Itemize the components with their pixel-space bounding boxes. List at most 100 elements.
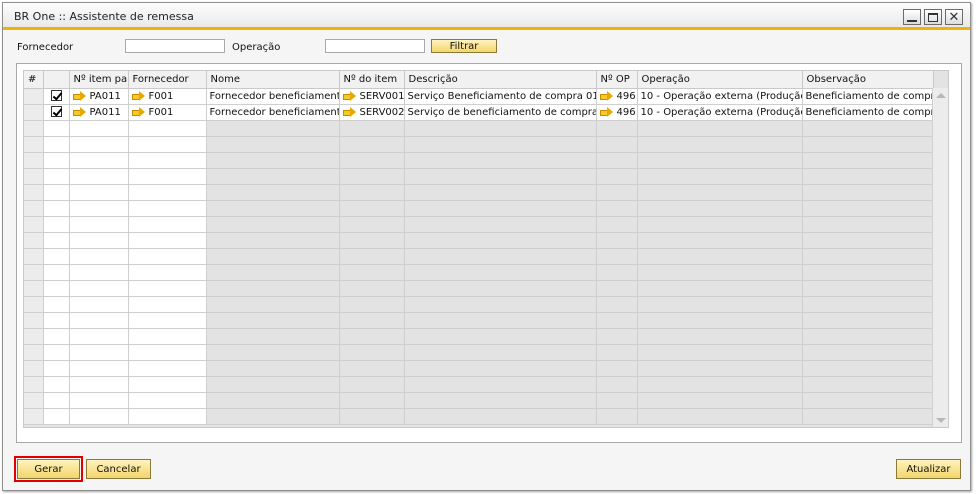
empty-cell[interactable] bbox=[637, 344, 803, 361]
empty-cell[interactable] bbox=[69, 168, 129, 185]
empty-cell[interactable] bbox=[206, 296, 340, 313]
update-button[interactable]: Atualizar bbox=[896, 459, 961, 479]
col-header-note[interactable]: Observação bbox=[802, 71, 934, 89]
empty-cell[interactable] bbox=[43, 264, 70, 281]
empty-cell[interactable] bbox=[802, 152, 934, 169]
empty-cell[interactable] bbox=[339, 344, 405, 361]
empty-cell[interactable] bbox=[802, 328, 934, 345]
empty-cell[interactable] bbox=[24, 264, 44, 281]
empty-cell[interactable] bbox=[128, 248, 207, 265]
empty-cell[interactable] bbox=[43, 376, 70, 393]
empty-cell[interactable] bbox=[69, 136, 129, 153]
empty-cell[interactable] bbox=[637, 168, 803, 185]
empty-cell[interactable] bbox=[128, 392, 207, 409]
empty-cell[interactable] bbox=[206, 392, 340, 409]
table-row[interactable]: PA011 F001 Fornecedor beneficiamento SER… bbox=[24, 104, 934, 121]
empty-cell[interactable] bbox=[802, 296, 934, 313]
empty-cell[interactable] bbox=[637, 152, 803, 169]
empty-cell[interactable] bbox=[339, 216, 405, 233]
filter-button[interactable]: Filtrar bbox=[431, 39, 497, 53]
empty-cell[interactable] bbox=[206, 152, 340, 169]
empty-cell[interactable] bbox=[339, 120, 405, 137]
empty-cell[interactable] bbox=[404, 408, 597, 425]
operacao-input[interactable] bbox=[325, 39, 425, 53]
col-header-select[interactable] bbox=[43, 71, 70, 89]
empty-cell[interactable] bbox=[206, 360, 340, 377]
empty-cell[interactable] bbox=[206, 408, 340, 425]
empty-row[interactable] bbox=[24, 120, 934, 137]
empty-cell[interactable] bbox=[128, 152, 207, 169]
link-arrow-icon[interactable] bbox=[72, 90, 86, 101]
empty-cell[interactable] bbox=[637, 184, 803, 201]
empty-cell[interactable] bbox=[339, 280, 405, 297]
empty-cell[interactable] bbox=[43, 136, 70, 153]
title-bar[interactable]: BR One :: Assistente de remessa ✕ bbox=[3, 3, 970, 30]
empty-cell[interactable] bbox=[69, 120, 129, 137]
empty-cell[interactable] bbox=[404, 376, 597, 393]
minimize-button[interactable] bbox=[903, 9, 921, 25]
empty-cell[interactable] bbox=[802, 360, 934, 377]
empty-row[interactable] bbox=[24, 408, 934, 425]
empty-row[interactable] bbox=[24, 200, 934, 217]
empty-cell[interactable] bbox=[802, 312, 934, 329]
empty-cell[interactable] bbox=[43, 248, 70, 265]
empty-cell[interactable] bbox=[43, 184, 70, 201]
empty-cell[interactable] bbox=[596, 120, 638, 137]
empty-cell[interactable] bbox=[637, 360, 803, 377]
empty-cell[interactable] bbox=[637, 216, 803, 233]
empty-cell[interactable] bbox=[69, 328, 129, 345]
empty-cell[interactable] bbox=[69, 280, 129, 297]
empty-cell[interactable] bbox=[24, 216, 44, 233]
empty-cell[interactable] bbox=[339, 296, 405, 313]
empty-cell[interactable] bbox=[404, 360, 597, 377]
empty-cell[interactable] bbox=[802, 136, 934, 153]
col-header-item[interactable]: Nº do item bbox=[339, 71, 405, 89]
empty-cell[interactable] bbox=[802, 408, 934, 425]
empty-cell[interactable] bbox=[24, 280, 44, 297]
empty-cell[interactable] bbox=[802, 264, 934, 281]
empty-cell[interactable] bbox=[128, 200, 207, 217]
empty-cell[interactable] bbox=[206, 232, 340, 249]
empty-cell[interactable] bbox=[637, 264, 803, 281]
empty-cell[interactable] bbox=[802, 248, 934, 265]
close-button[interactable]: ✕ bbox=[945, 9, 963, 25]
link-arrow-icon[interactable] bbox=[342, 106, 356, 117]
empty-cell[interactable] bbox=[339, 232, 405, 249]
empty-cell[interactable] bbox=[596, 392, 638, 409]
empty-row[interactable] bbox=[24, 392, 934, 409]
empty-cell[interactable] bbox=[404, 168, 597, 185]
note-cell[interactable]: Beneficiamento de compra bbox=[802, 104, 934, 121]
empty-cell[interactable] bbox=[802, 344, 934, 361]
op-cell[interactable]: 496 bbox=[596, 88, 638, 105]
empty-row[interactable] bbox=[24, 248, 934, 265]
empty-cell[interactable] bbox=[128, 376, 207, 393]
empty-cell[interactable] bbox=[339, 408, 405, 425]
empty-cell[interactable] bbox=[802, 376, 934, 393]
empty-cell[interactable] bbox=[404, 312, 597, 329]
empty-cell[interactable] bbox=[637, 312, 803, 329]
fornecedor-input[interactable] bbox=[125, 39, 225, 53]
empty-row[interactable] bbox=[24, 216, 934, 233]
col-header-parent-item[interactable]: Nº item pai bbox=[69, 71, 129, 89]
empty-cell[interactable] bbox=[596, 296, 638, 313]
empty-cell[interactable] bbox=[404, 184, 597, 201]
link-arrow-icon[interactable] bbox=[131, 90, 145, 101]
empty-cell[interactable] bbox=[206, 136, 340, 153]
empty-cell[interactable] bbox=[802, 184, 934, 201]
empty-cell[interactable] bbox=[404, 216, 597, 233]
empty-cell[interactable] bbox=[206, 312, 340, 329]
empty-cell[interactable] bbox=[43, 200, 70, 217]
operation-cell[interactable]: 10 - Operação externa (Produção) bbox=[637, 104, 803, 121]
empty-cell[interactable] bbox=[128, 360, 207, 377]
name-cell[interactable]: Fornecedor beneficiamento bbox=[206, 88, 340, 105]
empty-cell[interactable] bbox=[24, 328, 44, 345]
empty-cell[interactable] bbox=[339, 376, 405, 393]
parent-item-cell[interactable]: PA011 bbox=[69, 88, 129, 105]
empty-cell[interactable] bbox=[69, 248, 129, 265]
empty-cell[interactable] bbox=[24, 344, 44, 361]
empty-row[interactable] bbox=[24, 152, 934, 169]
empty-cell[interactable] bbox=[43, 408, 70, 425]
empty-cell[interactable] bbox=[637, 392, 803, 409]
empty-row[interactable] bbox=[24, 296, 934, 313]
empty-row[interactable] bbox=[24, 312, 934, 329]
